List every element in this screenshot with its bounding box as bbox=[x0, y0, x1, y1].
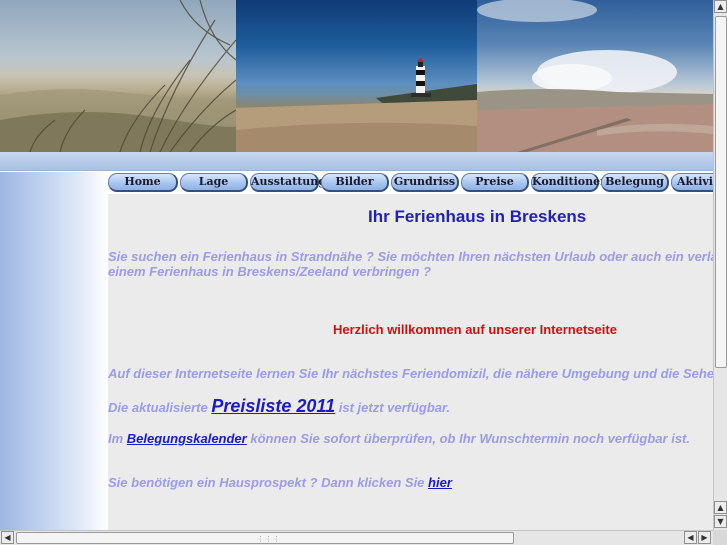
arrow-down-icon[interactable]: ▼ bbox=[714, 515, 727, 528]
calendar-prefix: Im bbox=[108, 431, 124, 446]
horizontal-scroll-thumb[interactable]: ⋮⋮⋮ bbox=[16, 532, 514, 544]
lighthouse-image bbox=[236, 58, 477, 152]
price-list-link[interactable]: Preisliste 2011 bbox=[211, 396, 335, 416]
arrow-up-icon[interactable]: ▲ bbox=[714, 501, 727, 514]
nav-home[interactable]: Home bbox=[108, 173, 178, 192]
page-title: Ihr Ferienhaus in Breskens bbox=[368, 207, 587, 226]
arrow-left-icon[interactable]: ◀ bbox=[1, 531, 14, 544]
price-list-suffix: ist jetzt verfügbar. bbox=[338, 400, 450, 415]
nav-konditionen[interactable]: Konditionen bbox=[531, 173, 608, 192]
nav-belegung[interactable]: Belegung bbox=[601, 173, 669, 192]
prospect-line: Sie benötigen ein Hausprospekt ? Dann kl… bbox=[108, 475, 452, 490]
arrow-left-icon[interactable]: ◀ bbox=[684, 531, 697, 544]
nav-preise[interactable]: Preise bbox=[461, 173, 529, 192]
price-list-prefix: Die aktualisierte bbox=[108, 400, 208, 415]
dunes-grass-image bbox=[0, 0, 236, 152]
calendar-suffix: können Sie sofort überprüfen, ob Ihr Wun… bbox=[250, 431, 690, 446]
site-info-text: Auf dieser Internetseite lernen Sie Ihr … bbox=[108, 366, 713, 381]
nav-ausstattung[interactable]: Ausstattung bbox=[250, 173, 326, 192]
dunes-photo bbox=[0, 0, 236, 152]
main-content: Ihr Ferienhaus in Breskens Sie suchen ei… bbox=[108, 194, 713, 530]
banner-strip bbox=[0, 152, 713, 171]
nav-aktivitaeten[interactable]: Aktivitäten bbox=[671, 173, 713, 192]
welcome-message: Herzlich willkommen auf unserer Internet… bbox=[333, 322, 617, 337]
horizontal-scrollbar[interactable]: ◀ ⋮⋮⋮ ◀ ▶ bbox=[0, 530, 713, 545]
nav-lage[interactable]: Lage bbox=[180, 173, 248, 192]
intro-text-line-1: Sie suchen ein Ferienhaus in Strandnähe … bbox=[108, 249, 713, 264]
nav-bilder[interactable]: Bilder bbox=[321, 173, 389, 192]
prospect-text: Sie benötigen ein Hausprospekt ? Dann kl… bbox=[108, 475, 425, 490]
price-list-line: Die aktualisierte Preisliste 2011 ist je… bbox=[108, 396, 450, 417]
beach-photo bbox=[477, 0, 713, 152]
left-sidebar-gradient bbox=[0, 172, 108, 530]
vertical-scroll-thumb[interactable] bbox=[715, 16, 727, 368]
calendar-line: Im Belegungskalender können Sie sofort ü… bbox=[108, 431, 690, 446]
scrollbar-corner bbox=[713, 530, 727, 545]
vertical-scrollbar[interactable]: ▲ ▲ ▼ bbox=[713, 0, 727, 530]
lighthouse-photo bbox=[236, 0, 477, 152]
prospect-link[interactable]: hier bbox=[428, 475, 452, 490]
beach-clouds-image bbox=[477, 0, 713, 152]
booking-calendar-link[interactable]: Belegungskalender bbox=[127, 431, 247, 446]
scroll-grip-icon: ⋮⋮⋮ bbox=[257, 535, 281, 543]
nav-grundriss[interactable]: Grundriss bbox=[391, 173, 459, 192]
intro-text-line-2: einem Ferienhaus in Breskens/Zeeland ver… bbox=[108, 264, 431, 279]
arrow-up-icon[interactable]: ▲ bbox=[714, 0, 727, 13]
main-nav: Home Lage Ausstattung Bilder Grundriss P… bbox=[108, 172, 713, 194]
header-banner bbox=[0, 0, 713, 152]
arrow-right-icon[interactable]: ▶ bbox=[698, 531, 711, 544]
